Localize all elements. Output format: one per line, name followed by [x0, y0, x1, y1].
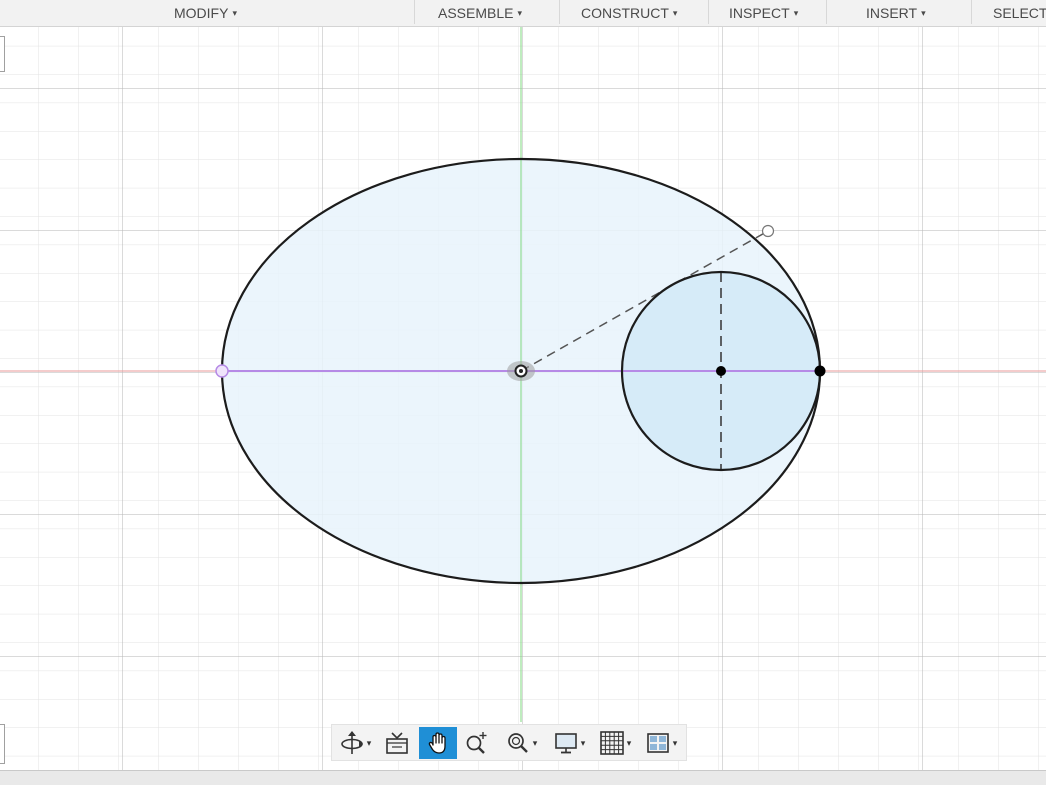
orbit-button[interactable]: ▾	[334, 727, 376, 759]
caret-down-icon: ▾	[232, 8, 237, 18]
display-settings-icon	[554, 733, 577, 754]
look-at-icon	[386, 732, 408, 754]
pan-button[interactable]	[419, 727, 457, 759]
tangent-point[interactable]	[814, 365, 826, 377]
caret-down-icon: ▾	[793, 8, 799, 18]
toolbar-separator	[708, 0, 709, 24]
pan-icon	[428, 732, 446, 754]
caret-down-icon: ▾	[532, 737, 538, 748]
caret-down-icon: ▾	[672, 8, 678, 18]
toolbar-separator	[414, 0, 415, 24]
assemble-menu[interactable]: ASSEMBLE ▾	[438, 0, 522, 26]
look-at-button[interactable]	[380, 727, 414, 759]
status-strip	[0, 770, 1046, 785]
inspect-menu-label: INSPECT	[729, 5, 790, 21]
select-menu[interactable]: SELECT	[993, 0, 1046, 26]
modify-menu[interactable]: MODIFY ▾	[174, 0, 237, 26]
caret-down-icon: ▾	[517, 8, 523, 18]
caret-down-icon: ▾	[921, 8, 926, 18]
caret-down-icon: ▾	[366, 737, 372, 748]
zoom-icon	[466, 732, 487, 754]
zoom-button[interactable]	[460, 727, 494, 759]
left-edge-handle-top[interactable]	[0, 36, 5, 72]
caret-down-icon: ▾	[626, 737, 632, 748]
fit-button[interactable]: ▾	[498, 727, 544, 759]
insert-menu-label: INSERT	[866, 5, 918, 21]
grid-snaps-button[interactable]: ▾	[594, 727, 636, 759]
viewports-button[interactable]: ▾	[640, 727, 682, 759]
orbit-icon	[340, 731, 363, 754]
fit-icon	[507, 733, 528, 753]
modify-menu-label: MODIFY	[174, 5, 229, 21]
left-endpoint[interactable]	[215, 364, 229, 378]
toolbar-separator	[559, 0, 560, 24]
display-settings-button[interactable]: ▾	[548, 727, 590, 759]
left-edge-handle-bottom[interactable]	[0, 724, 5, 764]
grid-snaps-icon	[599, 731, 624, 755]
navigation-bar: ▾ ▾ ▾ ▾ ▾	[331, 724, 687, 761]
caret-down-icon: ▾	[580, 737, 586, 748]
construct-menu-label: CONSTRUCT	[581, 5, 669, 21]
sketch-canvas[interactable]	[0, 0, 1046, 770]
toolbar-separator	[826, 0, 827, 24]
assemble-menu-label: ASSEMBLE	[438, 5, 514, 21]
handle-point[interactable]	[761, 224, 775, 238]
caret-down-icon: ▾	[672, 737, 678, 748]
toolbar-separator	[971, 0, 972, 24]
construct-menu[interactable]: CONSTRUCT ▾	[581, 0, 677, 26]
viewports-icon	[646, 733, 669, 753]
select-menu-label: SELECT	[993, 5, 1046, 21]
top-toolbar: MODIFY ▾ ASSEMBLE ▾ CONSTRUCT ▾ INSPECT ▾ IN…	[0, 0, 1046, 27]
insert-menu[interactable]: INSERT ▾	[866, 0, 926, 26]
inspect-menu[interactable]: INSPECT ▾	[729, 0, 798, 26]
center-point[interactable]	[716, 366, 726, 376]
sketch-workspace: MODIFY ▾ ASSEMBLE ▾ CONSTRUCT ▾ INSPECT ▾ IN…	[0, 0, 1046, 785]
origin-dot	[519, 369, 523, 373]
